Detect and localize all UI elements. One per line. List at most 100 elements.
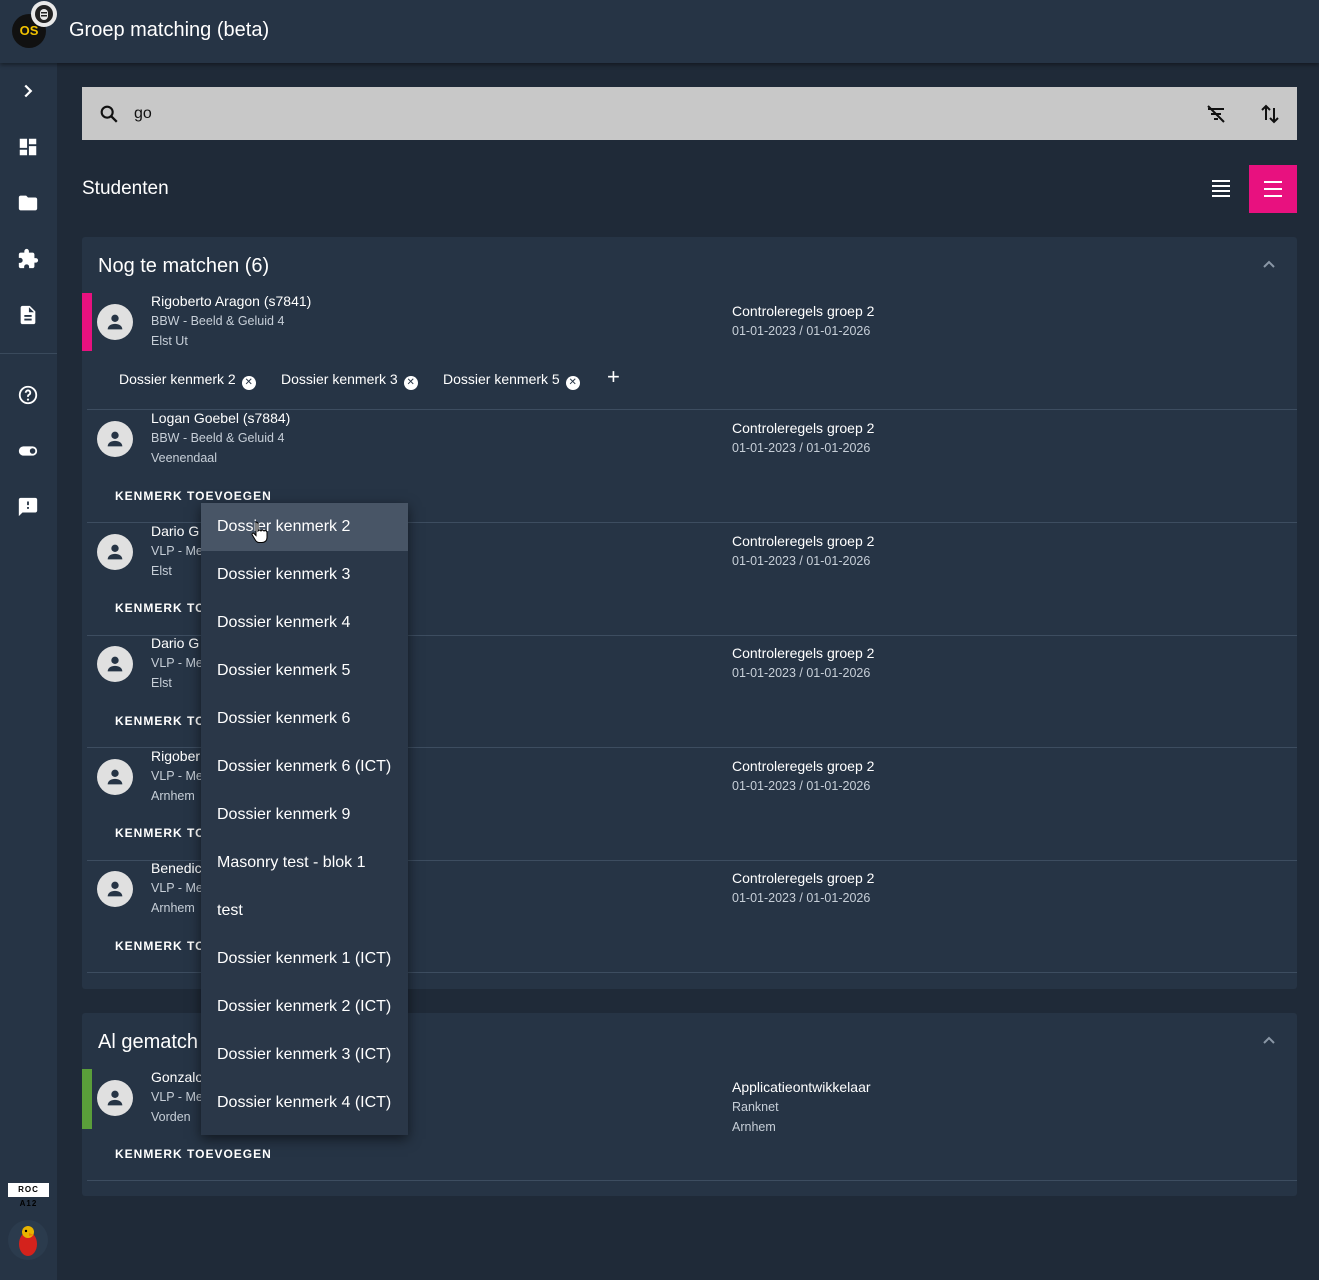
chip-remove-icon[interactable]: ✕	[241, 376, 256, 390]
student-location: Veenendaal	[151, 451, 218, 465]
student-program: BBW - Beeld & Geluid 4	[151, 431, 285, 445]
menu-item[interactable]: Dossier kenmerk 1 (ICT)	[201, 935, 408, 983]
chevron-up-icon[interactable]	[1261, 1033, 1277, 1049]
person-icon	[107, 1090, 123, 1106]
bug-icon[interactable]	[31, 1, 57, 27]
student-program: VLP - Me	[151, 656, 203, 670]
chip-label: Dossier kenmerk 3	[281, 371, 398, 387]
group-name: Controleregels groep 2	[732, 645, 875, 661]
menu-item[interactable]: Dossier kenmerk 6	[201, 695, 408, 743]
add-kenmerk-button[interactable]: KENMERK TOEVOEGEN	[115, 489, 272, 503]
group-name: Controleregels groep 2	[732, 758, 875, 774]
kenmerk-chip: Dossier kenmerk 3 ✕	[281, 371, 418, 390]
list-view-button[interactable]	[1203, 165, 1239, 213]
student-program: VLP - Me	[151, 1090, 203, 1104]
add-kenmerk-button[interactable]: KENMERK TOEVOEGEN	[115, 1147, 272, 1161]
feedback-icon[interactable]	[17, 496, 39, 518]
group-name: Controleregels groep 2	[732, 420, 875, 436]
top-app-bar: OS Groep matching (beta)	[0, 0, 1319, 63]
group-dates: 01-01-2023 / 01-01-2026	[732, 891, 871, 905]
menu-item[interactable]: Dossier kenmerk 3	[201, 551, 408, 599]
person-avatar	[97, 759, 133, 795]
menu-item[interactable]: Dossier kenmerk 6 (ICT)	[201, 743, 408, 791]
search-bar	[82, 87, 1297, 140]
menu-item[interactable]: Dossier kenmerk 3 (ICT)	[201, 1031, 408, 1079]
student-row[interactable]: Rigoberto Aragon (s7841) BBW - Beeld & G…	[82, 293, 1297, 410]
menu-item[interactable]: Dossier kenmerk 2 (ICT)	[201, 983, 408, 1031]
sidebar: ROC A12	[0, 63, 57, 1280]
help-icon[interactable]	[17, 384, 39, 406]
menu-item[interactable]: Masonry test - blok 1	[201, 839, 408, 887]
folder-icon[interactable]	[17, 192, 39, 214]
dashboard-icon[interactable]	[17, 136, 39, 158]
person-avatar	[97, 1080, 133, 1116]
add-kenmerk-button[interactable]: KENMERK TOE	[115, 601, 214, 615]
user-avatar[interactable]	[8, 1220, 48, 1260]
menu-item[interactable]: Dossier kenmerk 2	[201, 503, 408, 551]
person-avatar	[97, 304, 133, 340]
group-dates: 01-01-2023 / 01-01-2026	[732, 666, 871, 680]
chevron-right-icon[interactable]	[17, 80, 39, 102]
chip-remove-icon[interactable]: ✕	[565, 376, 580, 390]
compact-view-button[interactable]	[1249, 165, 1297, 213]
add-kenmerk-icon[interactable]: +	[607, 364, 620, 390]
student-name: Gonzalo	[151, 1069, 204, 1085]
person-avatar	[97, 421, 133, 457]
puzzle-icon[interactable]	[17, 248, 39, 270]
student-name: Logan Goebel (s7884)	[151, 410, 291, 426]
add-kenmerk-button[interactable]: KENMERK TOE	[115, 714, 214, 728]
section-title: Studenten	[82, 178, 169, 199]
chip-label: Dossier kenmerk 2	[119, 371, 236, 387]
chevron-up-icon[interactable]	[1261, 257, 1277, 273]
chip-remove-icon[interactable]: ✕	[403, 376, 418, 390]
student-name: Dario G	[151, 523, 200, 539]
match-company: Ranknet	[732, 1100, 779, 1114]
student-location: Elst	[151, 564, 172, 578]
student-name: Benedic	[151, 860, 202, 876]
group-dates: 01-01-2023 / 01-01-2026	[732, 441, 871, 455]
student-location: Arnhem	[151, 789, 195, 803]
person-icon	[107, 769, 123, 785]
add-kenmerk-button[interactable]: KENMERK TOE	[115, 826, 214, 840]
matched-panel-title: Al gematch	[98, 1031, 199, 1053]
menu-item[interactable]: Dossier kenmerk 4 (ICT)	[201, 1079, 408, 1127]
student-name: Rigober	[151, 748, 201, 764]
chip-label: Dossier kenmerk 5	[443, 371, 560, 387]
person-icon	[107, 314, 123, 330]
person-icon	[107, 656, 123, 672]
search-input[interactable]	[134, 101, 1174, 127]
add-kenmerk-button[interactable]: KENMERK TOE	[115, 939, 214, 953]
kenmerk-dropdown-menu: Dossier kenmerk 2 Dossier kenmerk 3 Doss…	[201, 503, 408, 1135]
clear-filter-icon[interactable]	[1204, 102, 1228, 126]
kenmerk-chip: Dossier kenmerk 5 ✕	[443, 371, 580, 390]
org-logo: ROC A12	[8, 1183, 49, 1208]
group-name: Controleregels groep 2	[732, 303, 875, 319]
group-name: Controleregels groep 2	[732, 533, 875, 549]
match-city: Arnhem	[732, 1120, 776, 1134]
app-title: Groep matching (beta)	[69, 19, 270, 41]
sidebar-divider	[0, 353, 57, 354]
status-bar	[82, 293, 92, 351]
person-avatar	[97, 534, 133, 570]
group-dates: 01-01-2023 / 01-01-2026	[732, 554, 871, 568]
student-location: Elst	[151, 676, 172, 690]
student-location: Vorden	[151, 1110, 191, 1124]
student-name: Dario G	[151, 635, 200, 651]
menu-item[interactable]: Dossier kenmerk 9	[201, 791, 408, 839]
person-avatar	[97, 646, 133, 682]
list-view-icon	[1212, 180, 1230, 197]
student-program: VLP - Me	[151, 881, 203, 895]
group-dates: 01-01-2023 / 01-01-2026	[732, 324, 871, 338]
student-program: VLP - Me	[151, 544, 203, 558]
menu-item[interactable]: Dossier kenmerk 5	[201, 647, 408, 695]
menu-item[interactable]: Dossier kenmerk 4	[201, 599, 408, 647]
toggle-icon[interactable]	[17, 440, 39, 462]
kenmerk-chip: Dossier kenmerk 2 ✕	[119, 371, 256, 390]
document-icon[interactable]	[17, 304, 39, 326]
sort-icon[interactable]	[1258, 102, 1282, 126]
group-dates: 01-01-2023 / 01-01-2026	[732, 779, 871, 793]
student-program: BBW - Beeld & Geluid 4	[151, 314, 285, 328]
student-location: Elst Ut	[151, 334, 188, 348]
match-role: Applicatieontwikkelaar	[732, 1079, 871, 1095]
menu-item[interactable]: test	[201, 887, 408, 935]
